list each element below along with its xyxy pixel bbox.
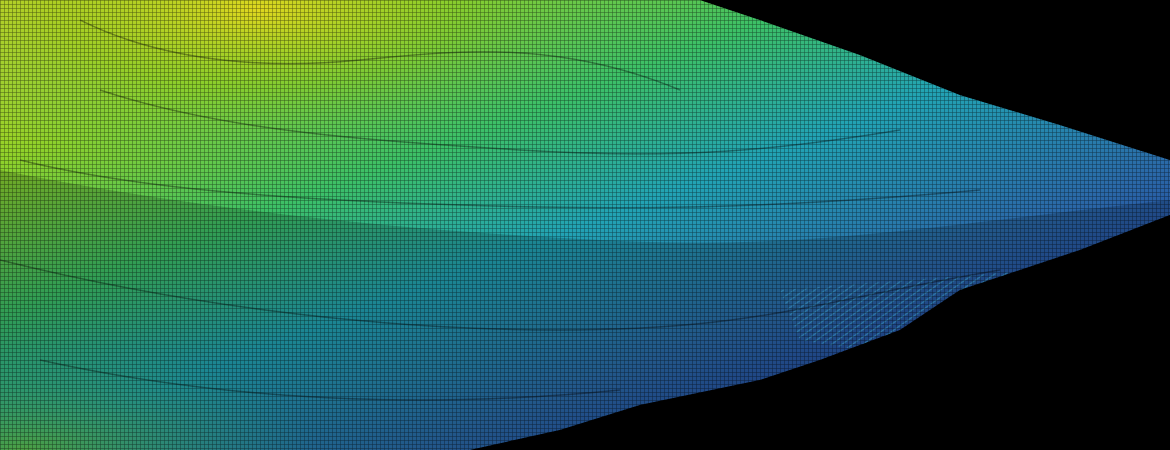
- terrain-viewport[interactable]: [0, 0, 1170, 450]
- terrain-mesh: [0, 0, 1170, 450]
